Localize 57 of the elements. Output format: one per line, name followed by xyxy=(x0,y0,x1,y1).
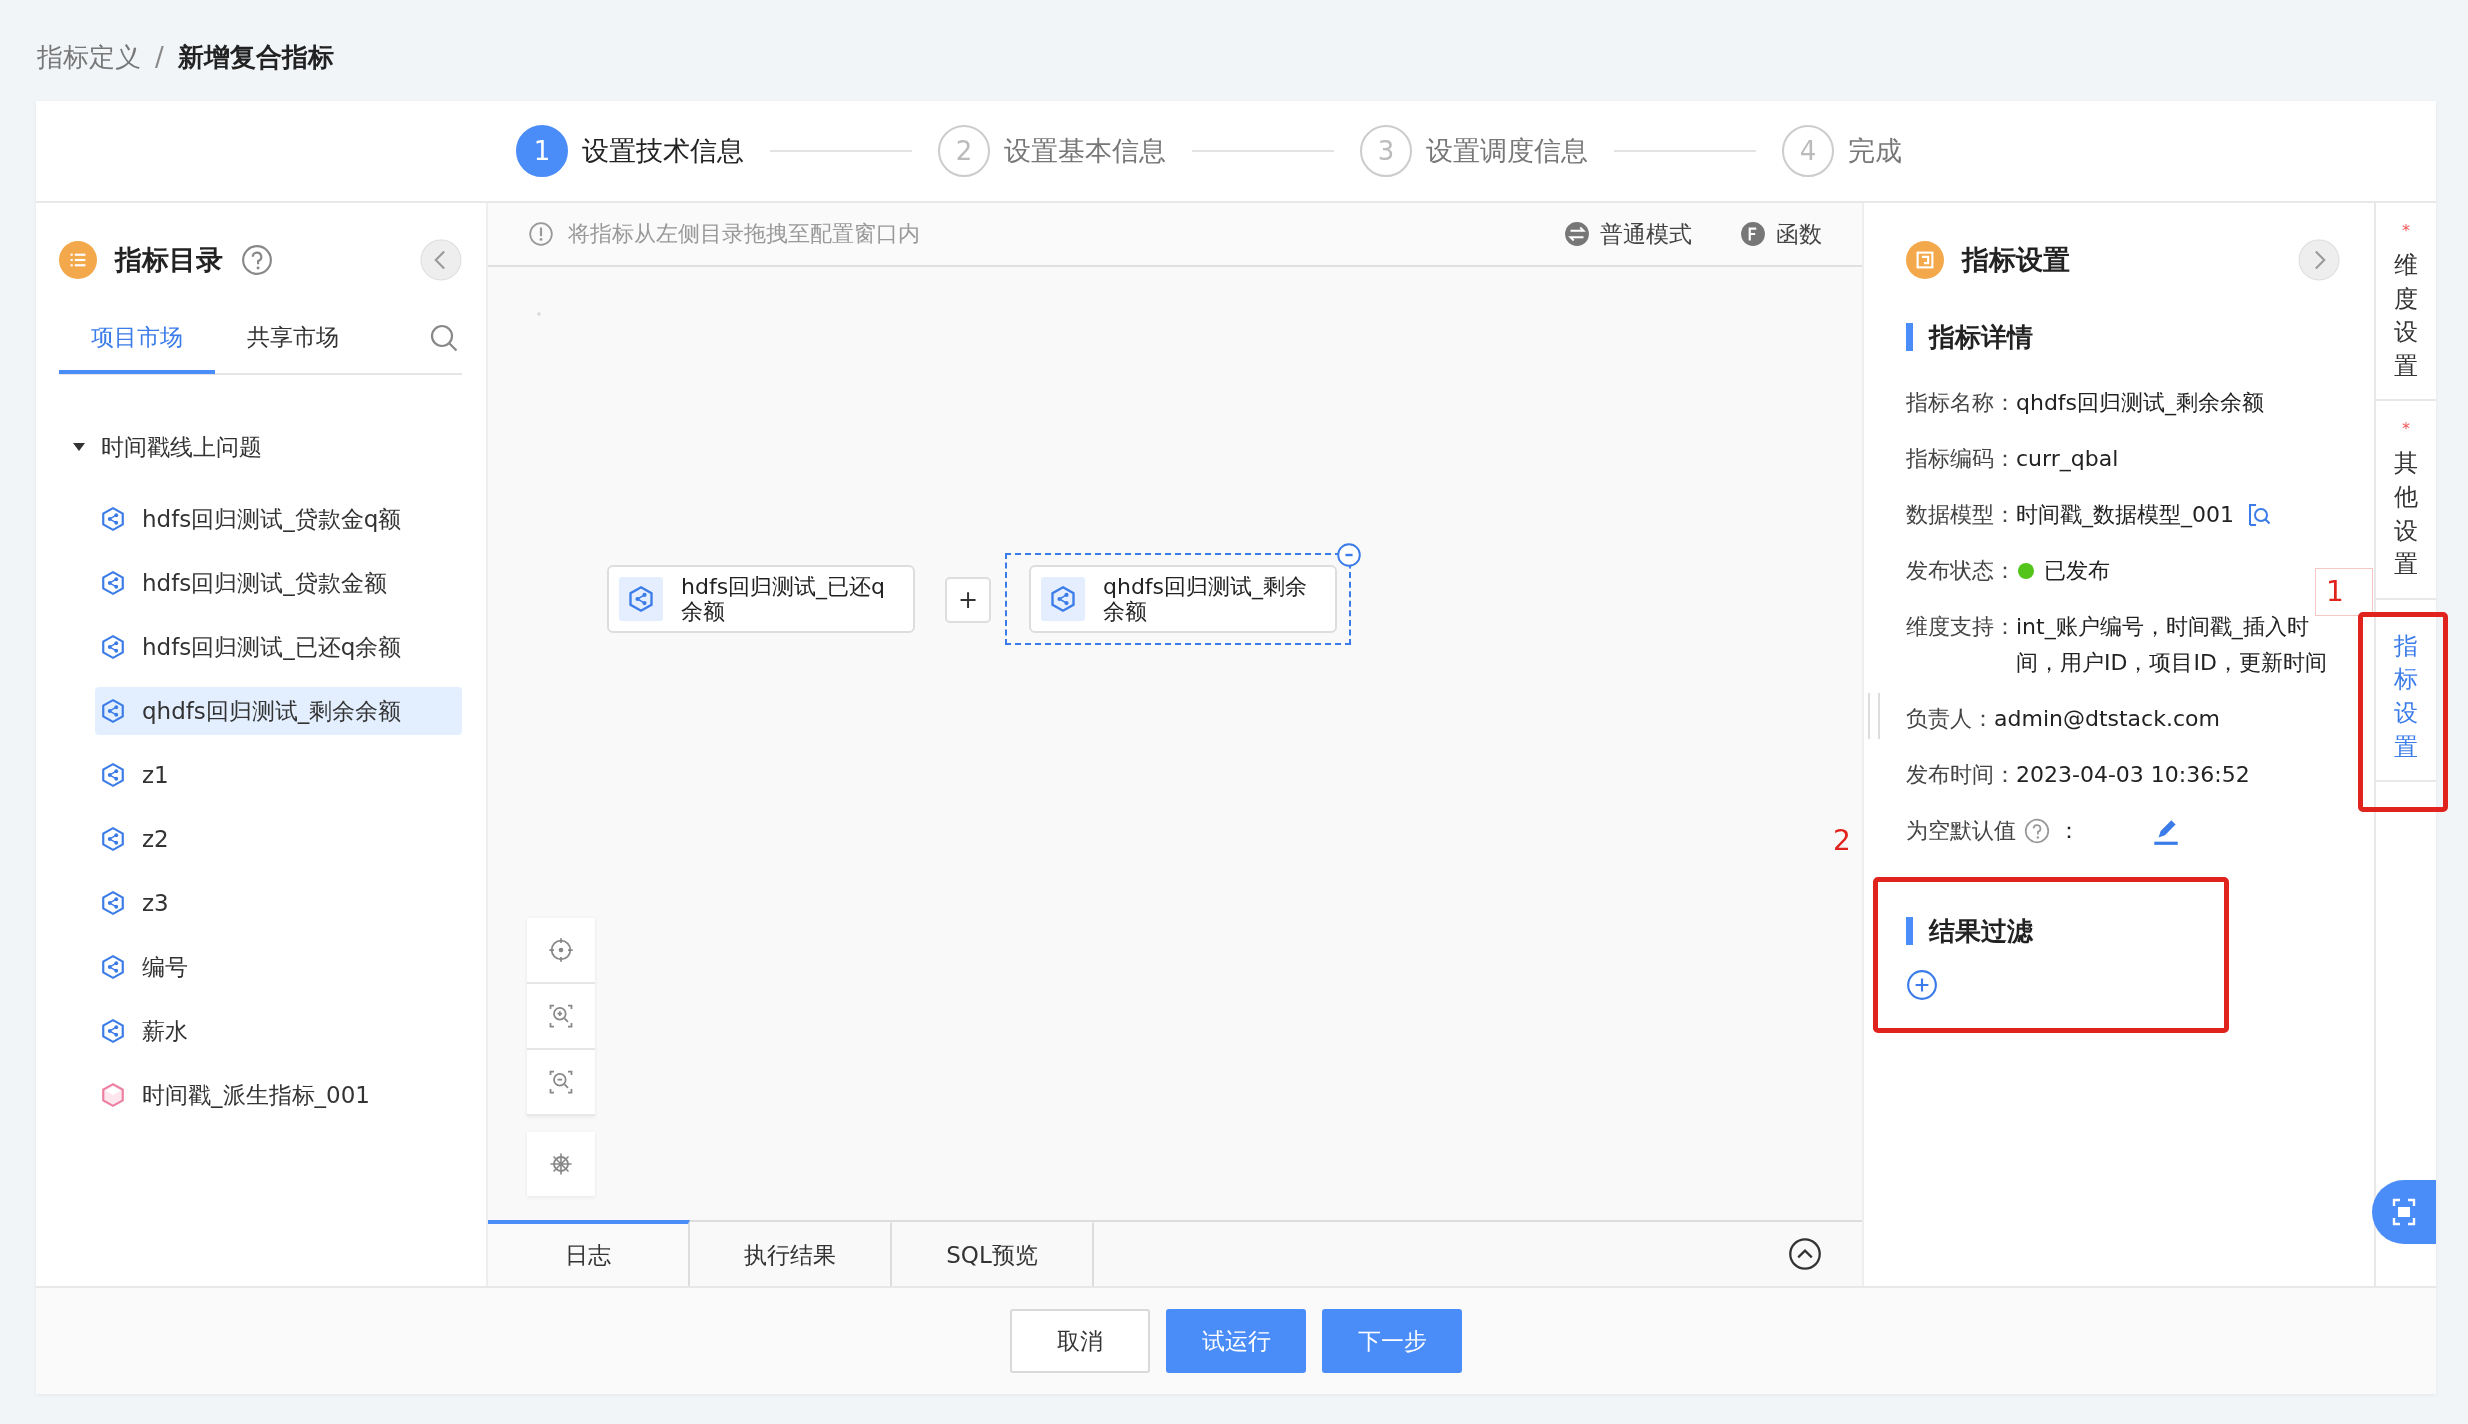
section-title: 指标详情 xyxy=(1906,323,2340,351)
step-title: 完成 xyxy=(1848,134,1902,168)
field-label: 发布时间： xyxy=(1906,761,2016,789)
annotation-number: 2 xyxy=(1833,826,1851,856)
section-title: 结果过滤 xyxy=(1906,917,2340,945)
footer-button[interactable]: 取消 xyxy=(1010,1309,1150,1373)
field-label: 指标名称： xyxy=(1906,389,2016,417)
tree-item[interactable]: 时间戳_派生指标_001 xyxy=(95,1071,462,1119)
metric-node[interactable]: qhdfs回归测试_剩余余额 xyxy=(1029,565,1337,633)
field-label: 指标编码： xyxy=(1906,445,2016,473)
field-value: 已发布 xyxy=(2044,557,2110,585)
side-tab[interactable]: * 维度设置 xyxy=(2376,203,2436,402)
hint-text: 将指标从左侧目录拖拽至配置窗口内 xyxy=(568,220,920,248)
tree-folder[interactable]: 时间戳线上问题 xyxy=(59,415,462,479)
step-title: 设置技术信息 xyxy=(582,134,744,168)
breadcrumb-item[interactable]: 指标定义 xyxy=(37,39,141,75)
console-tab[interactable]: 日志 xyxy=(488,1220,690,1286)
tree-item[interactable]: z3 xyxy=(95,879,462,927)
step-number: 3 xyxy=(1360,125,1412,177)
field-value: 时间戳_数据模型_001 xyxy=(2016,501,2234,530)
field-label: 数据模型： xyxy=(1906,501,2016,529)
step-title: 设置基本信息 xyxy=(1004,134,1166,168)
tree-item[interactable]: 编号 xyxy=(95,943,462,991)
tree-item[interactable]: 薪水 xyxy=(95,1007,462,1055)
field-label: 维度支持： xyxy=(1906,613,2016,641)
breadcrumb-separator: / xyxy=(155,42,164,72)
tree-item[interactable]: z1 xyxy=(95,751,462,799)
tree-item[interactable]: hdfs回归测试_已还q余额 xyxy=(95,623,462,671)
field-value: int_账户编号，时间戳_插入时间，用户ID，项目ID，更新时间 xyxy=(2016,613,2328,677)
field-value: curr_qbal xyxy=(2016,445,2119,474)
tree-item[interactable]: z2 xyxy=(95,815,462,863)
panel-title: 指标设置 xyxy=(1962,243,2070,277)
side-tab[interactable]: * 其他设置 xyxy=(2376,401,2436,600)
side-tab[interactable]: 指标设置 xyxy=(2376,599,2436,783)
step-number: 4 xyxy=(1782,125,1834,177)
tree-item[interactable]: qhdfs回归测试_剩余余额 xyxy=(95,687,462,735)
mode-button[interactable]: 函数 xyxy=(1740,218,1822,250)
step-number: 1 xyxy=(516,125,568,177)
step-title: 设置调度信息 xyxy=(1426,134,1588,168)
market-tab[interactable]: 共享市场 xyxy=(215,302,371,374)
field-label: 发布状态： xyxy=(1906,557,2016,585)
field-value: ： xyxy=(2058,817,2080,845)
field-value: 2023-04-03 10:36:52 xyxy=(2016,761,2250,789)
metric-node[interactable]: hdfs回归测试_已还q余额 xyxy=(607,565,915,633)
field-label: 为空默认值 xyxy=(1906,817,2016,845)
panel-title: 指标目录 xyxy=(115,243,223,277)
breadcrumb-item: 新增复合指标 xyxy=(177,40,334,74)
tree-item[interactable]: hdfs回归测试_贷款金q额 xyxy=(95,495,462,543)
operator-button[interactable]: + xyxy=(945,577,991,623)
tree-item[interactable]: hdfs回归测试_贷款金额 xyxy=(95,559,462,607)
mode-button[interactable]: 普通模式 xyxy=(1564,218,1692,250)
market-tab[interactable]: 项目市场 xyxy=(59,302,215,374)
field-value: qhdfs回归测试_剩余余额 xyxy=(2016,389,2265,418)
field-value: admin@dtstack.com xyxy=(1994,705,2220,733)
field-label: 负责人： xyxy=(1906,705,1994,733)
step-number: 2 xyxy=(938,125,990,177)
annotation-number: 1 xyxy=(2315,568,2373,616)
